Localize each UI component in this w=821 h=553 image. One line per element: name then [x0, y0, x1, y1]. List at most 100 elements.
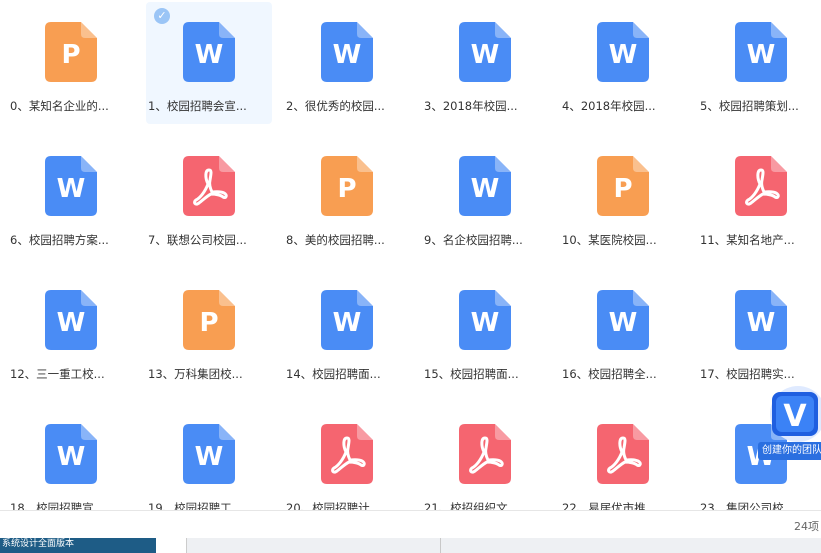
file-name: 11、某知名地产...	[700, 233, 795, 247]
taskbar-divider	[440, 538, 441, 553]
svg-text:W: W	[609, 40, 638, 70]
word-file-icon: W	[321, 22, 373, 82]
file-item[interactable]: P 8、美的校园招聘...	[284, 136, 410, 258]
file-item[interactable]: W 4、2018年校园...	[560, 2, 686, 124]
svg-text:V: V	[783, 399, 807, 434]
file-name: 23、集团公司校...	[700, 501, 795, 510]
word-file-icon: W	[183, 22, 235, 82]
file-name: 20、校园招聘计...	[286, 501, 381, 510]
selected-check-icon[interactable]: ✓	[154, 8, 170, 24]
svg-text:W: W	[747, 40, 776, 70]
word-file-icon: W	[735, 22, 787, 82]
file-name: 12、三一重工校...	[10, 367, 105, 381]
file-item[interactable]: W 16、校园招聘全...	[560, 270, 686, 392]
v-logo-icon: V	[770, 386, 821, 442]
svg-text:W: W	[195, 442, 224, 472]
file-item[interactable]: 22、易居优市推...	[560, 404, 686, 510]
svg-text:W: W	[471, 40, 500, 70]
svg-text:W: W	[333, 40, 362, 70]
item-count: 24项	[794, 520, 819, 533]
svg-text:P: P	[61, 40, 80, 70]
file-item[interactable]: 20、校园招聘计...	[284, 404, 410, 510]
file-name: 7、联想公司校园...	[148, 233, 247, 247]
file-item[interactable]: P 0、某知名企业的...	[8, 2, 134, 124]
pdf-file-icon	[735, 156, 787, 216]
file-name: 5、校园招聘策划...	[700, 99, 799, 113]
ppt-file-icon: P	[45, 22, 97, 82]
word-file-icon: W	[321, 290, 373, 350]
file-item[interactable]: W 9、名企校园招聘...	[422, 136, 548, 258]
word-file-icon: W	[183, 424, 235, 484]
file-item[interactable]: 11、某知名地产...	[698, 136, 821, 258]
word-file-icon: W	[459, 156, 511, 216]
file-item[interactable]: W 12、三一重工校...	[8, 270, 134, 392]
team-promo-widget[interactable]: V 创建你的团队	[758, 384, 821, 464]
ppt-file-icon: P	[321, 156, 373, 216]
file-grid: P 0、某知名企业的... ✓ W 1、校园招聘会宣... W 2、很优秀的校园... W 3、…	[0, 0, 821, 510]
svg-text:W: W	[609, 308, 638, 338]
word-file-icon: W	[735, 290, 787, 350]
file-name: 17、校园招聘实...	[700, 367, 795, 381]
file-item[interactable]: W 18、校园招聘宣...	[8, 404, 134, 510]
file-name: 15、校园招聘面...	[424, 367, 519, 381]
svg-text:P: P	[337, 174, 356, 204]
svg-text:W: W	[57, 174, 86, 204]
file-item[interactable]: 21、校招组织文...	[422, 404, 548, 510]
file-name: 3、2018年校园...	[424, 99, 518, 113]
word-file-icon: W	[459, 290, 511, 350]
file-item[interactable]: W 14、校园招聘面...	[284, 270, 410, 392]
svg-text:P: P	[613, 174, 632, 204]
ppt-file-icon: P	[183, 290, 235, 350]
file-name: 8、美的校园招聘...	[286, 233, 385, 247]
word-file-icon: W	[45, 290, 97, 350]
file-item[interactable]: W 19、校园招聘工...	[146, 404, 272, 510]
pdf-file-icon	[459, 424, 511, 484]
word-file-icon: W	[459, 22, 511, 82]
file-name: 13、万科集团校...	[148, 367, 243, 381]
file-name: 14、校园招聘面...	[286, 367, 381, 381]
svg-text:W: W	[195, 40, 224, 70]
file-item[interactable]: 7、联想公司校园...	[146, 136, 272, 258]
word-file-icon: W	[597, 290, 649, 350]
pdf-file-icon	[321, 424, 373, 484]
svg-text:W: W	[57, 308, 86, 338]
file-name: 22、易居优市推...	[562, 501, 657, 510]
taskbar: 系统设计全面版本	[0, 538, 821, 553]
file-name: 21、校招组织文...	[424, 501, 519, 510]
word-file-icon: W	[45, 424, 97, 484]
file-name: 0、某知名企业的...	[10, 99, 109, 113]
file-item[interactable]: W 15、校园招聘面...	[422, 270, 548, 392]
file-item[interactable]: W 2、很优秀的校园...	[284, 2, 410, 124]
file-item[interactable]: W 17、校园招聘实...	[698, 270, 821, 392]
file-name: 19、校园招聘工...	[148, 501, 243, 510]
file-name: 10、某医院校园...	[562, 233, 657, 247]
svg-text:P: P	[199, 308, 218, 338]
file-name: 16、校园招聘全...	[562, 367, 657, 381]
file-item[interactable]: ✓ W 1、校园招聘会宣...	[146, 2, 272, 124]
file-item[interactable]: P 10、某医院校园...	[560, 136, 686, 258]
file-item[interactable]: W 5、校园招聘策划...	[698, 2, 821, 124]
file-name: 4、2018年校园...	[562, 99, 656, 113]
file-item[interactable]: W 3、2018年校园...	[422, 2, 548, 124]
pdf-file-icon	[597, 424, 649, 484]
file-item[interactable]: P 13、万科集团校...	[146, 270, 272, 392]
pdf-file-icon	[183, 156, 235, 216]
taskbar-window-thumbnail[interactable]: 系统设计全面版本	[0, 538, 156, 553]
file-name: 6、校园招聘方案...	[10, 233, 109, 247]
file-item[interactable]: W 6、校园招聘方案...	[8, 136, 134, 258]
file-name: 18、校园招聘宣...	[10, 501, 105, 510]
svg-text:W: W	[471, 174, 500, 204]
svg-text:W: W	[57, 442, 86, 472]
word-file-icon: W	[45, 156, 97, 216]
word-file-icon: W	[597, 22, 649, 82]
file-name: 9、名企校园招聘...	[424, 233, 523, 247]
status-bar: 24项	[0, 510, 821, 538]
promo-label: 创建你的团队	[758, 442, 821, 460]
taskbar-window-thumbnail-2[interactable]	[156, 538, 187, 553]
ppt-file-icon: P	[597, 156, 649, 216]
file-name: 2、很优秀的校园...	[286, 99, 385, 113]
svg-text:W: W	[747, 308, 776, 338]
svg-text:W: W	[471, 308, 500, 338]
file-name: 1、校园招聘会宣...	[148, 99, 247, 113]
svg-text:W: W	[333, 308, 362, 338]
